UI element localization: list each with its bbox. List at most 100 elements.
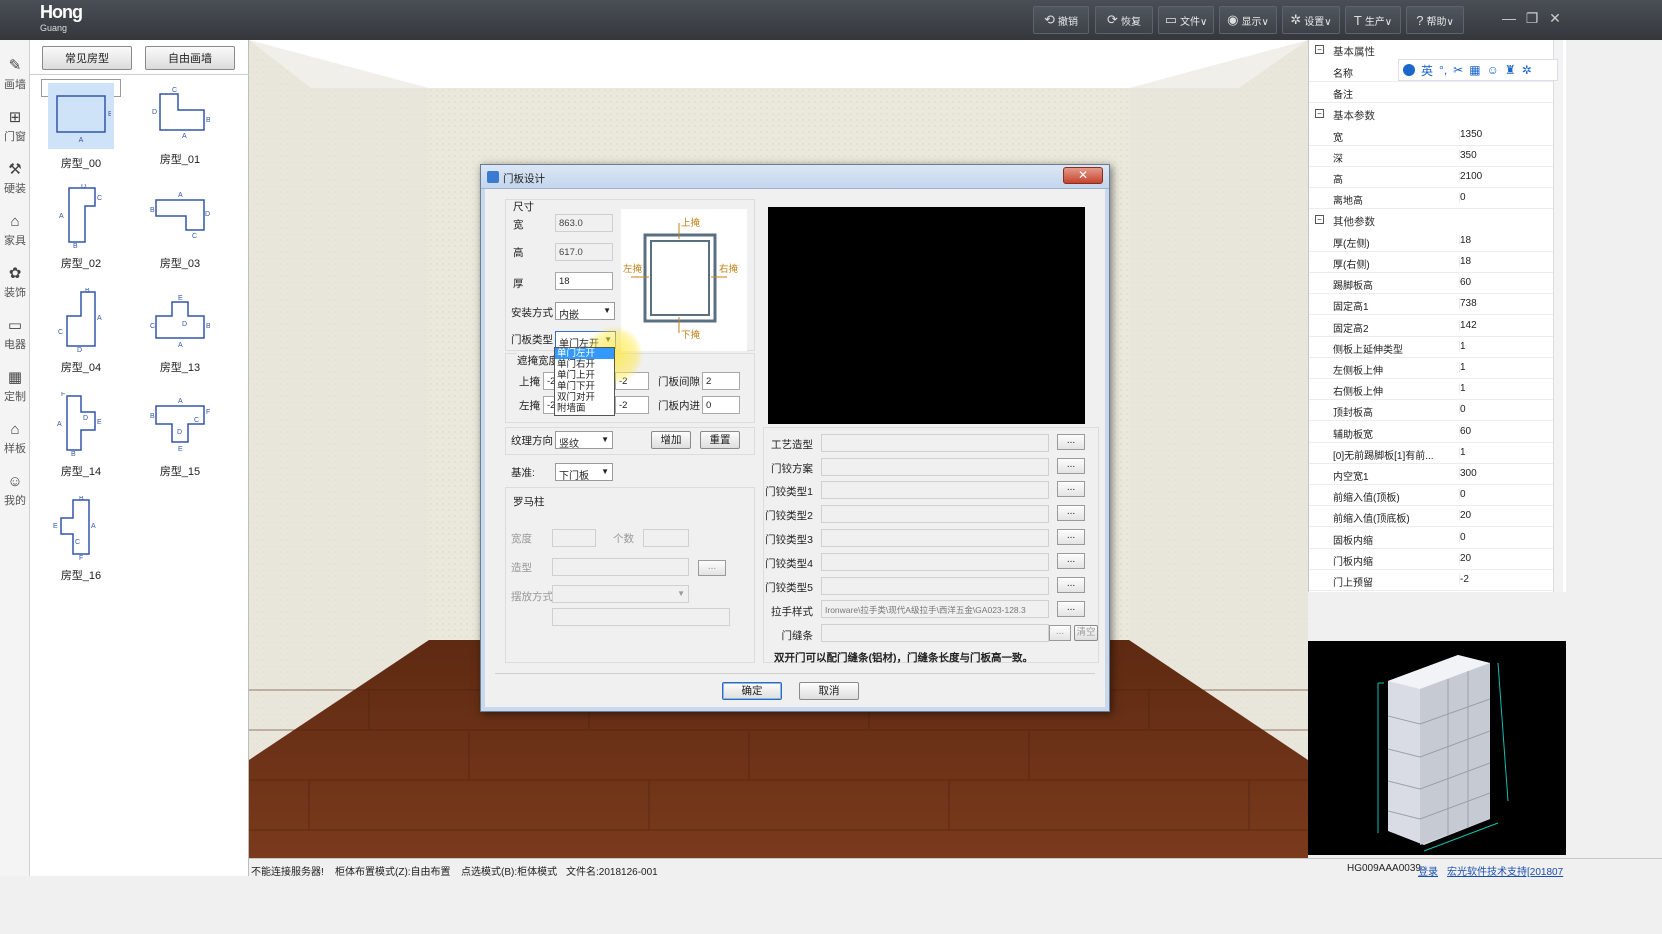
hinge5-browse-button[interactable]: ... [1057, 577, 1085, 593]
collapse-icon[interactable]: − [1315, 214, 1324, 224]
room-thumb-14[interactable]: F A E B D 房型_14 [41, 391, 121, 491]
rail-mine[interactable]: ☺ 我的 [0, 468, 30, 518]
craft-field[interactable] [821, 434, 1049, 452]
common-rooms-tab[interactable]: 常见房型 [42, 46, 132, 70]
property-row[interactable]: 门上预留 -2 [1309, 570, 1559, 591]
property-row[interactable]: 踢脚板高 60 [1309, 273, 1559, 295]
property-row[interactable]: 内空宽1 300 [1309, 464, 1559, 485]
property-value[interactable]: 300 [1459, 468, 1477, 479]
property-value[interactable]: 20 [1459, 510, 1471, 522]
height-field[interactable]: 617.0 [555, 243, 613, 261]
property-row[interactable]: 前缩入值(顶底板) 20 [1309, 506, 1559, 528]
room-thumb-00[interactable]: AB 房型_00 [41, 79, 121, 170]
seal-field[interactable] [821, 624, 1049, 642]
room-thumb-16[interactable]: B A E C F 房型_16 [41, 495, 121, 595]
hinge2-field[interactable] [821, 505, 1049, 523]
room-thumb-13[interactable]: E C B A D 房型_13 [140, 287, 220, 387]
property-row[interactable]: [0]无前踢脚板[1]有前... 1 [1309, 443, 1559, 464]
settings-menu-button[interactable]: ✲ 设置∨ [1282, 6, 1340, 34]
property-row[interactable]: 固定高2 142 [1309, 316, 1559, 337]
property-row[interactable]: 前缩入值(顶板) 0 [1309, 485, 1559, 507]
property-value[interactable]: 0 [1459, 489, 1466, 501]
property-value[interactable]: -2 [1459, 574, 1469, 585]
property-row[interactable]: 顶封板高 0 [1309, 400, 1559, 422]
property-value[interactable]: 142 [1459, 319, 1477, 331]
craft-browse-button[interactable]: ... [1057, 434, 1085, 450]
thickness-field[interactable]: 18 [555, 272, 613, 290]
room-thumb-15[interactable]: A B FC D E 房型_15 [140, 391, 220, 491]
undo-button[interactable]: ⟲ 撤销 [1033, 6, 1089, 34]
handle-browse-button[interactable]: ... [1057, 601, 1085, 617]
property-row[interactable]: 高 2100 [1309, 167, 1559, 189]
property-value[interactable]: 18 [1459, 234, 1471, 246]
dropdown-option[interactable]: 单门左开 [555, 348, 614, 359]
rail-furniture[interactable]: ⌂ 家具 [0, 208, 30, 258]
property-row[interactable]: 深 350 [1309, 146, 1559, 167]
rail-door-window[interactable]: ⊞ 门窗 [0, 104, 30, 154]
property-row[interactable]: 辅助板宽 60 [1309, 422, 1559, 443]
room-thumb-01[interactable]: C D A B 房型_01 [140, 79, 220, 179]
support-link[interactable]: 宏光软件技术支持[201807 [1447, 863, 1563, 878]
login-link[interactable]: 登录 [1418, 863, 1438, 878]
property-row[interactable]: 离地高 0 [1309, 188, 1559, 210]
inset-field[interactable]: 0 [702, 396, 740, 414]
dropdown-option[interactable]: 单门右开 [555, 359, 614, 370]
collapse-icon[interactable]: − [1315, 45, 1324, 54]
dropdown-option[interactable]: 双门对开 [555, 392, 614, 403]
rail-custom[interactable]: ▦ 定制 [0, 364, 30, 414]
property-value[interactable]: 1 [1459, 446, 1466, 458]
property-row[interactable]: 备注 [1309, 82, 1559, 104]
property-row[interactable]: 侧板上延伸类型 1 [1309, 337, 1559, 358]
property-scrollbar[interactable] [1553, 40, 1563, 592]
hinge1-browse-button[interactable]: ... [1057, 481, 1085, 497]
property-row[interactable]: 厚(右侧) 18 [1309, 252, 1559, 273]
property-value[interactable]: 1350 [1459, 128, 1482, 140]
room-thumb-04[interactable]: B A C D 房型_04 [41, 287, 121, 387]
base-select[interactable]: 下门板 ▼ [555, 463, 613, 482]
install-select[interactable]: 内嵌 ▼ [555, 302, 615, 321]
dialog-titlebar[interactable]: 门板设计 [481, 165, 1109, 189]
hinge3-field[interactable] [821, 529, 1049, 547]
dialog-close-button[interactable]: ✕ [1063, 167, 1103, 184]
property-row[interactable]: 门板内缩 20 [1309, 549, 1559, 570]
hinge3-browse-button[interactable]: ... [1057, 529, 1085, 545]
hinge4-field[interactable] [821, 553, 1049, 571]
help-menu-button[interactable]: ? 帮助∨ [1406, 6, 1464, 34]
property-value[interactable]: 1 [1459, 383, 1466, 395]
property-grid[interactable]: − 基本属性 名称 备注 − 基本参数宽 1350 深 350 高 2100 离地高 0− 其他参数 厚(左… [1308, 40, 1566, 592]
hinge5-field[interactable] [821, 577, 1049, 595]
collapse-icon[interactable]: − [1315, 108, 1324, 118]
property-value[interactable]: 0 [1459, 531, 1466, 543]
rail-draw-wall[interactable]: ✎ 画墙 [0, 52, 30, 102]
property-row[interactable]: 厚(左侧) 18 [1309, 231, 1559, 252]
hinge1-field[interactable] [821, 481, 1049, 499]
property-group[interactable]: − 基本参数 [1309, 103, 1559, 125]
property-row[interactable]: 宽 1350 [1309, 125, 1559, 146]
cancel-button[interactable]: 取消 [799, 682, 859, 700]
property-value[interactable]: 20 [1459, 552, 1471, 564]
property-value[interactable]: 350 [1459, 150, 1477, 161]
display-menu-button[interactable]: ◉ 显示∨ [1219, 6, 1277, 34]
minimize-button[interactable]: — [1498, 6, 1520, 30]
property-row[interactable]: 固定高1 738 [1309, 294, 1559, 316]
property-row[interactable]: 固板内缩 0 [1309, 528, 1559, 549]
restore-button[interactable]: ❐ [1521, 6, 1543, 30]
production-menu-button[interactable]: T 生产∨ [1345, 6, 1401, 34]
handle-field[interactable]: Ironware\拉手类\现代A级拉手\西洋五金\GA023-128.3 [821, 600, 1049, 618]
file-menu-button[interactable]: ▭ 文件∨ [1158, 6, 1214, 34]
property-row[interactable]: 左侧板上伸 1 [1309, 358, 1559, 379]
property-value[interactable]: 60 [1459, 425, 1471, 437]
property-value[interactable]: 18 [1459, 256, 1471, 267]
left-cover-field-2[interactable]: -2 [615, 396, 649, 414]
ok-button[interactable]: 确定 [722, 682, 782, 700]
property-value[interactable]: 1 [1459, 362, 1466, 373]
property-value[interactable]: 60 [1459, 277, 1471, 289]
property-row[interactable]: 右侧板上伸 1 [1309, 379, 1559, 401]
dropdown-option[interactable]: 单门下开 [555, 381, 614, 392]
door-type-dropdown[interactable]: 单门左开 单门右开 单门上开 单门下开 双门对开 附墙面 [554, 347, 615, 416]
dropdown-option[interactable]: 单门上开 [555, 370, 614, 381]
property-value[interactable]: 1 [1459, 340, 1466, 352]
rail-decoration[interactable]: ✿ 装饰 [0, 260, 30, 310]
room-thumb-03[interactable]: A B D C 房型_03 [140, 183, 220, 283]
property-group[interactable]: − 基本属性 [1309, 40, 1559, 61]
